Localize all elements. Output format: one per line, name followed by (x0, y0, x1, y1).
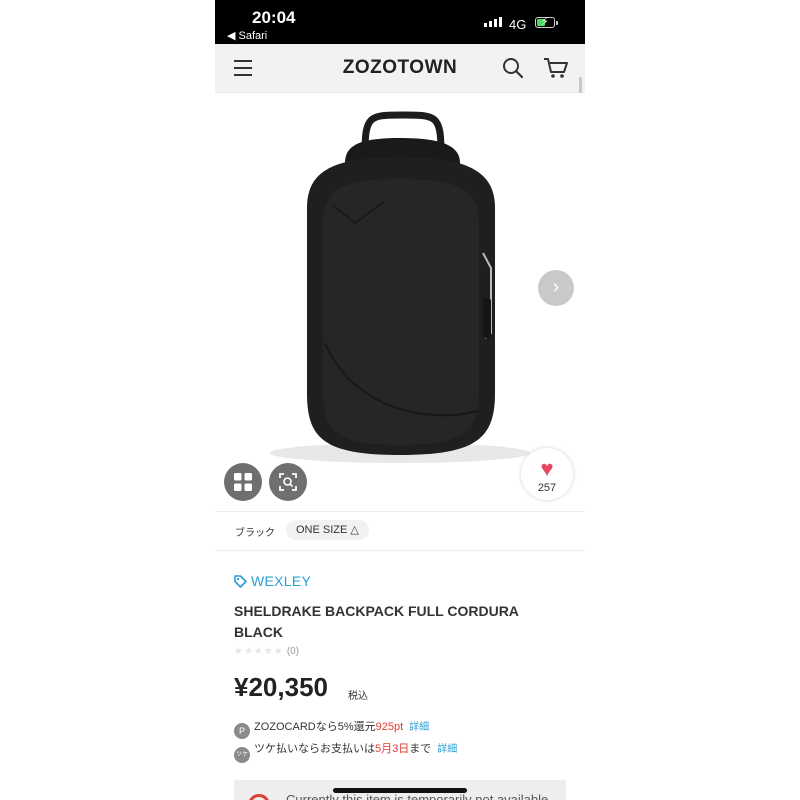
product-image[interactable] (215, 93, 585, 511)
site-header: ZOZOTOWN (215, 44, 585, 93)
zozocard-text: ZOZOCARDなら5%還元 (254, 721, 376, 733)
site-logo[interactable]: ZOZOTOWN (215, 57, 585, 79)
favorite-button[interactable]: ♥ 257 (521, 448, 573, 500)
points-amount: 925pt (375, 721, 404, 733)
status-bar: 20:04 ◀ Safari 4G ⚡ (215, 0, 585, 44)
star-icons: ★★★★★ (234, 646, 284, 657)
zozocard-detail-link[interactable]: 詳細 (409, 722, 429, 733)
color-label: ブラック (235, 528, 275, 539)
tag-icon (234, 575, 247, 588)
search-icon[interactable] (502, 57, 524, 79)
review-count: (0) (286, 646, 300, 657)
product-price: ¥20,350 (234, 672, 328, 702)
network-type: 4G (509, 17, 527, 32)
chevron-right-icon[interactable]: › (538, 270, 574, 306)
cart-icon[interactable] (543, 57, 569, 79)
tax-label: 税込 (348, 691, 368, 702)
tsuke-detail-link[interactable]: 詳細 (437, 744, 457, 755)
tsuke-text-before: ツケ払いならお支払いは (254, 743, 375, 755)
status-time: 20:04 (252, 8, 296, 27)
unavailable-icon (248, 794, 270, 800)
zozocard-offer: P ZOZOCARDなら5%還元925pt 詳細 (234, 718, 429, 739)
favorite-count: 257 (537, 482, 557, 494)
rating-stars[interactable]: ★★★★★ (0) (234, 646, 299, 657)
phone-screen: 20:04 ◀ Safari 4G ⚡ ZOZOTOWN › ♥ 257 ブラッ… (215, 0, 585, 800)
tsuke-text-after: まで (409, 743, 432, 755)
back-to-safari-link[interactable]: ◀ Safari (227, 29, 267, 42)
size-chip[interactable]: ONE SIZE △ (286, 520, 369, 540)
image-search-icon[interactable] (269, 463, 307, 501)
backpack-image (270, 111, 530, 463)
home-indicator[interactable] (333, 788, 467, 793)
brand-link[interactable]: WEXLEY (234, 573, 311, 589)
variant-row: ブラック ONE SIZE △ (215, 511, 585, 551)
grid-view-icon[interactable] (224, 463, 262, 501)
heart-icon: ♥ (540, 456, 554, 481)
tsuke-date: 5月3日 (375, 743, 410, 755)
points-icon: P (234, 723, 250, 739)
tsuke-offer: ツケ ツケ払いならお支払いは5月3日まで 詳細 (234, 740, 457, 763)
signal-icon (484, 17, 502, 27)
brand-name: WEXLEY (251, 573, 312, 589)
notice-text: Currently this item is temporarily not a… (286, 792, 549, 800)
tsuke-icon: ツケ (234, 747, 250, 763)
battery-icon: ⚡ (535, 16, 558, 28)
product-title: SHELDRAKE BACKPACK FULL CORDURA BLACK (234, 603, 519, 640)
